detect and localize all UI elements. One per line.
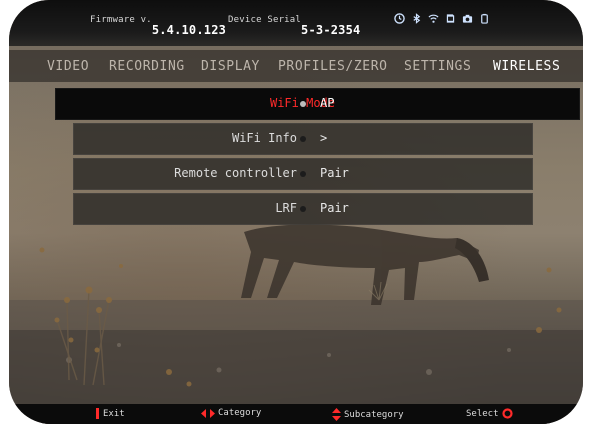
tab-video[interactable]: VIDEO — [47, 59, 89, 74]
separator-dot — [300, 101, 306, 107]
separator-dot — [300, 206, 306, 212]
hint-exit-label: Exit — [103, 408, 125, 419]
battery-icon — [479, 13, 490, 24]
hint-bar: Exit Category Subcategory Select — [9, 404, 583, 424]
coyote-silhouette — [241, 224, 489, 305]
exit-bar-icon — [96, 408, 99, 419]
menu-row-lrf[interactable]: LRF Pair — [73, 193, 533, 225]
hint-category-label: Category — [218, 408, 262, 418]
sd-card-icon — [445, 13, 456, 24]
hint-select: Select — [466, 408, 513, 419]
separator-dot — [300, 171, 306, 177]
menu-row-wifi-info[interactable]: WiFi Info > — [73, 123, 533, 155]
left-right-arrows-icon — [201, 408, 215, 418]
timer-icon — [394, 13, 405, 24]
tab-profiles-zero[interactable]: PROFILES/ZERO — [278, 59, 388, 74]
serial-label: Device Serial — [228, 15, 302, 25]
hint-subcategory-label: Subcategory — [344, 409, 404, 420]
serial-info: Device Serial 5-3-2354 — [228, 15, 360, 37]
tab-settings[interactable]: SETTINGS — [404, 59, 471, 74]
menu-item-value: Pair — [320, 201, 349, 215]
menu-item-value: AP — [320, 96, 335, 110]
menu-item-value: Pair — [320, 166, 349, 180]
separator-dot — [300, 136, 306, 142]
menu-item-label: Remote controller — [174, 166, 297, 180]
status-bar: Firmware v. 5.4.10.123 Device Serial 5-3… — [9, 0, 583, 46]
up-down-arrows-icon — [332, 408, 341, 421]
tab-recording[interactable]: RECORDING — [109, 59, 185, 74]
hint-select-label: Select — [466, 408, 499, 419]
select-circle-icon — [501, 408, 513, 419]
tab-display[interactable]: DISPLAY — [201, 59, 260, 74]
category-tabs: VIDEO RECORDING DISPLAY PROFILES/ZERO SE… — [9, 50, 583, 82]
menu-item-label: LRF — [275, 201, 297, 215]
hint-category: Category — [201, 408, 261, 418]
hint-exit: Exit — [96, 408, 125, 419]
camera-icon — [462, 13, 473, 24]
firmware-info: Firmware v. 5.4.10.123 — [90, 15, 226, 37]
menu-item-value: > — [320, 131, 328, 145]
status-icons — [394, 13, 490, 24]
hint-subcategory: Subcategory — [332, 408, 404, 421]
tab-wireless[interactable]: WIRELESS — [493, 59, 560, 74]
menu-row-wifi-mode[interactable]: WiFi Mode AP — [55, 88, 580, 120]
wifi-icon — [428, 13, 439, 24]
menu-item-label: WiFi Info — [231, 131, 297, 145]
device-screen: Firmware v. 5.4.10.123 Device Serial 5-3… — [9, 0, 583, 424]
serial-value: 5-3-2354 — [301, 23, 361, 37]
firmware-version: 5.4.10.123 — [151, 23, 227, 37]
bluetooth-icon — [411, 13, 422, 24]
firmware-label: Firmware v. — [90, 15, 152, 25]
menu-row-remote-controller[interactable]: Remote controller Pair — [73, 158, 533, 190]
